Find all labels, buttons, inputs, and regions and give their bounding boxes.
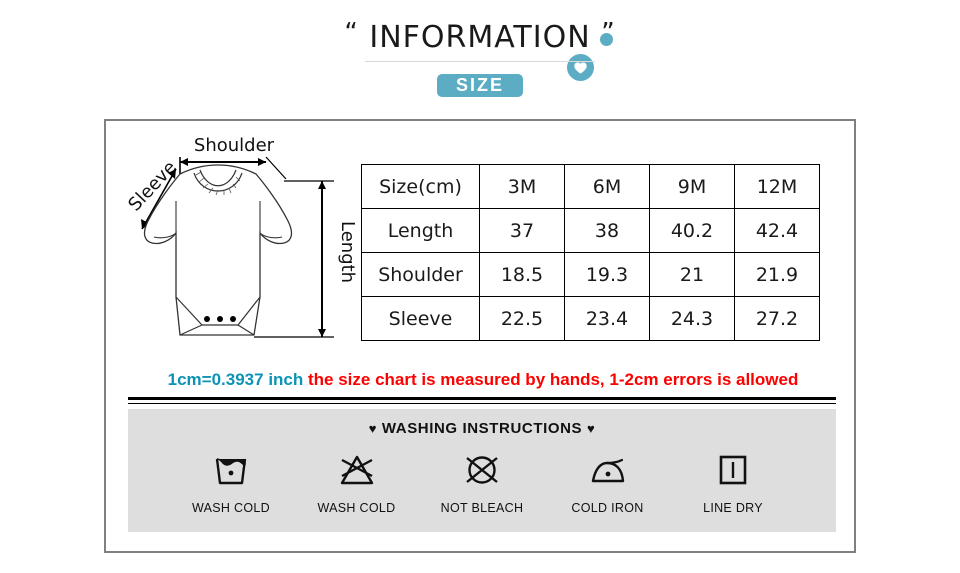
page-header: “ INFORMATION ” SIZE xyxy=(0,0,960,110)
care-label-not-bleach: NOT BLEACH xyxy=(440,501,524,515)
heart-right-icon: ♥ xyxy=(586,421,596,436)
cell-shoulder-3m: 18.5 xyxy=(479,252,565,297)
column-header-9m: 9M xyxy=(649,164,735,209)
cell-shoulder-9m: 21 xyxy=(649,252,735,297)
divider-thick xyxy=(128,397,836,400)
table-row: Shoulder 18.5 19.3 21 21.9 xyxy=(361,252,820,297)
care-item-wash-cold: WASH COLD xyxy=(176,447,286,515)
care-item-not-bleach: NOT BLEACH xyxy=(427,447,537,515)
measurement-note: 1cm=0.3937 inch the size chart is measur… xyxy=(128,370,838,390)
care-item-no-bleach-triangle: WASH COLD xyxy=(302,447,412,515)
cell-length-9m: 40.2 xyxy=(649,208,735,253)
heart-left-icon: ♥ xyxy=(368,421,378,436)
info-box: Shoulder Sleeve Length Size(cm) 3M 6M 9M… xyxy=(104,119,856,553)
cell-shoulder-12m: 21.9 xyxy=(734,252,820,297)
garment-diagram: Shoulder Sleeve Length xyxy=(114,129,359,354)
wash-tub-icon xyxy=(176,447,286,493)
care-label-cold-iron: COLD IRON xyxy=(571,501,644,515)
washing-instructions-title: ♥ WASHING INSTRUCTIONS ♥ xyxy=(128,409,836,437)
cell-length-12m: 42.4 xyxy=(734,208,820,253)
page-title: “ INFORMATION ” xyxy=(344,20,615,55)
table-header-row: Size(cm) 3M 6M 9M 12M xyxy=(361,164,820,209)
title-divider xyxy=(365,61,595,62)
row-label-shoulder: Shoulder xyxy=(361,252,480,297)
washing-instructions-panel: ♥ WASHING INSTRUCTIONS ♥ WASH COLD WASH … xyxy=(128,409,836,532)
line-dry-square-icon xyxy=(678,447,788,493)
care-label-wash-cold: WASH COLD xyxy=(192,501,270,515)
column-header-3m: 3M xyxy=(479,164,565,209)
cell-sleeve-6m: 23.4 xyxy=(564,296,650,341)
cell-sleeve-3m: 22.5 xyxy=(479,296,565,341)
open-quote: “ xyxy=(344,18,359,48)
size-table: Size(cm) 3M 6M 9M 12M Length 37 38 40.2 … xyxy=(361,164,820,341)
care-label-no-bleach-triangle: WASH COLD xyxy=(317,501,396,515)
table-row: Sleeve 22.5 23.4 24.3 27.2 xyxy=(361,296,820,341)
size-table-container: Size(cm) 3M 6M 9M 12M Length 37 38 40.2 … xyxy=(361,164,820,341)
page-title-text: INFORMATION xyxy=(369,20,591,55)
length-label-text: Length xyxy=(337,221,358,283)
column-header-size: Size(cm) xyxy=(361,164,480,209)
no-bleach-triangle-icon xyxy=(302,447,412,493)
row-label-sleeve: Sleeve xyxy=(361,296,480,341)
table-row: Length 37 38 40.2 42.4 xyxy=(361,208,820,253)
column-header-6m: 6M xyxy=(564,164,650,209)
unit-conversion-text: 1cm=0.3937 inch xyxy=(167,370,304,389)
cell-sleeve-12m: 27.2 xyxy=(734,296,820,341)
measurement-disclaimer-text: the size chart is measured by hands, 1-2… xyxy=(303,370,799,389)
no-dryclean-circle-icon xyxy=(427,447,537,493)
care-label-line-dry: LINE DRY xyxy=(703,501,763,515)
cell-length-3m: 37 xyxy=(479,208,565,253)
washing-instructions-heading: WASHING INSTRUCTIONS xyxy=(381,420,583,437)
measurement-region: Shoulder Sleeve Length Size(cm) 3M 6M 9M… xyxy=(106,121,854,361)
accent-dot-icon xyxy=(600,33,613,46)
divider-thin xyxy=(128,403,836,404)
iron-one-dot-icon xyxy=(553,447,663,493)
title-row: “ INFORMATION ” xyxy=(0,20,960,55)
column-header-12m: 12M xyxy=(734,164,820,209)
cell-sleeve-9m: 24.3 xyxy=(649,296,735,341)
row-label-length: Length xyxy=(361,208,480,253)
care-symbol-row: WASH COLD WASH COLD NOT BLEACH COLD IRON… xyxy=(128,437,836,515)
shoulder-label-text: Shoulder xyxy=(194,135,275,156)
heart-circle-icon xyxy=(567,54,594,81)
care-item-cold-iron: COLD IRON xyxy=(553,447,663,515)
size-badge: SIZE xyxy=(437,74,523,97)
cell-length-6m: 38 xyxy=(564,208,650,253)
care-item-line-dry: LINE DRY xyxy=(678,447,788,515)
cell-shoulder-6m: 19.3 xyxy=(564,252,650,297)
